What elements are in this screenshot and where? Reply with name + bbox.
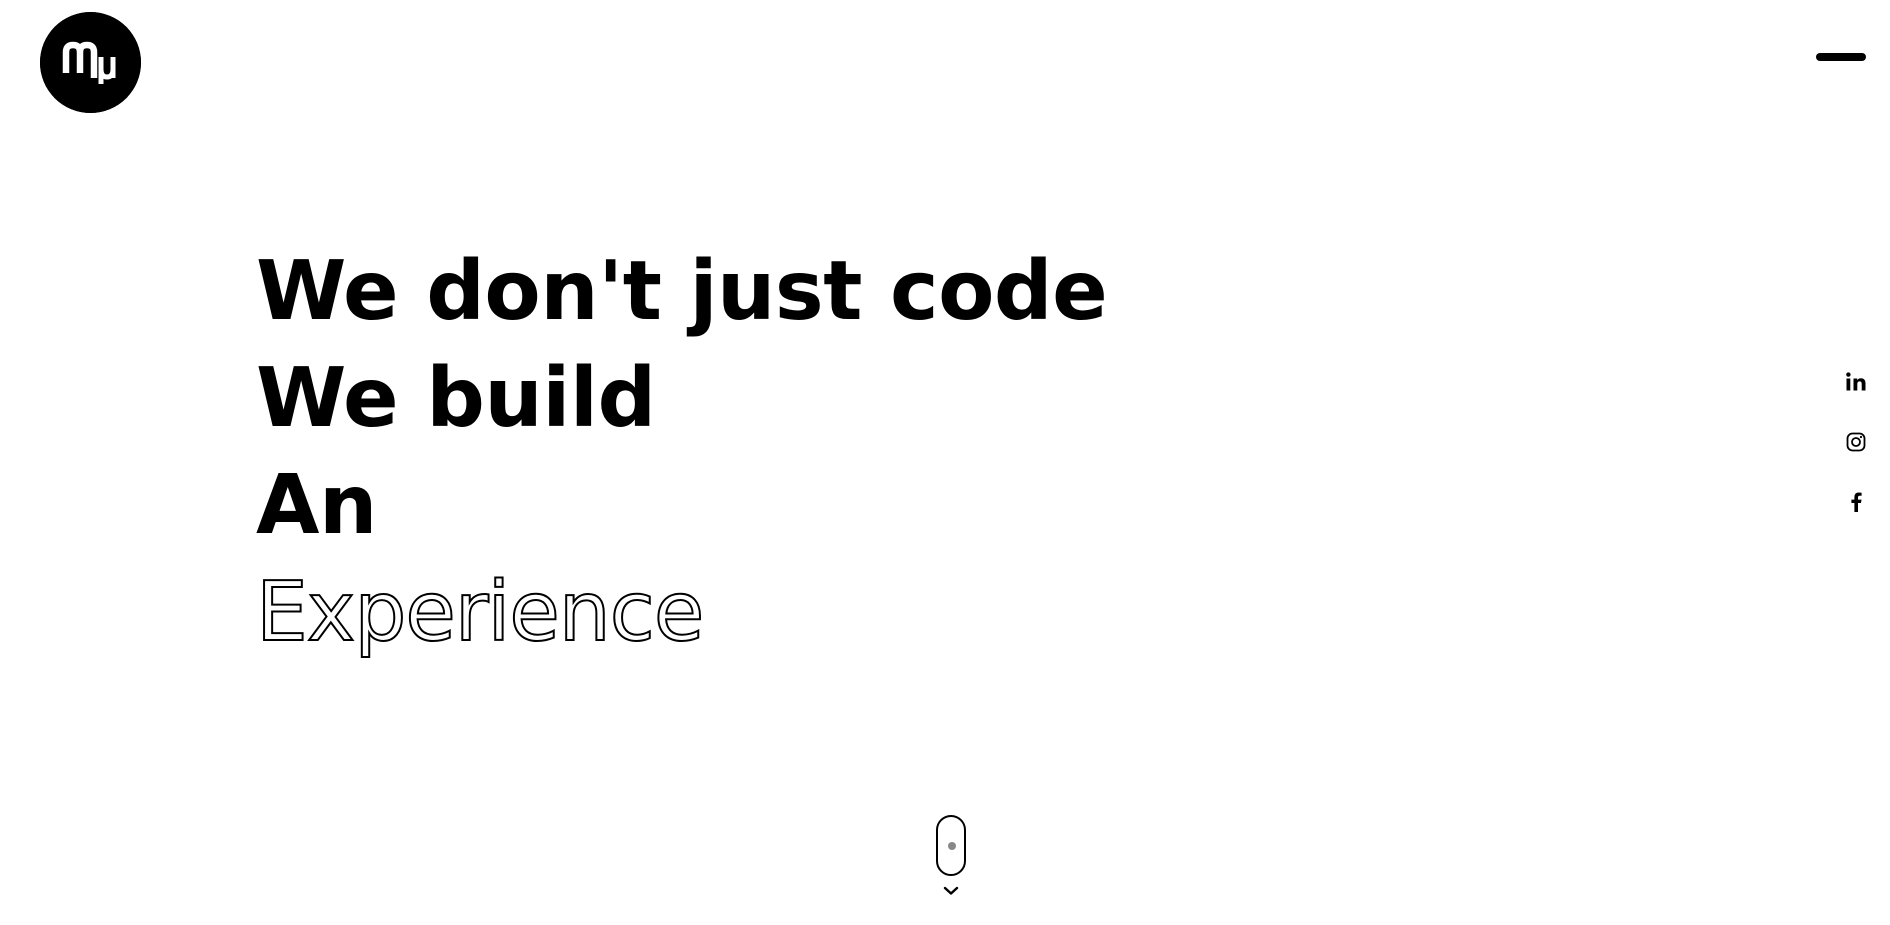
facebook-link[interactable] xyxy=(1836,482,1876,522)
menu-button[interactable] xyxy=(1808,44,1868,70)
hero-line-4-outlined: Experience xyxy=(255,564,705,661)
instagram-link[interactable] xyxy=(1836,422,1876,462)
facebook-icon xyxy=(1851,492,1862,512)
page: We don't just code We build An Experienc… xyxy=(0,0,1890,925)
mouse-wheel-dot xyxy=(948,842,956,850)
hero-line-2: We build xyxy=(256,351,656,446)
hamburger-menu-icon xyxy=(1816,53,1866,61)
linkedin-link[interactable] xyxy=(1836,362,1876,402)
hero-line-3: An xyxy=(256,458,377,553)
hero-heading: We don't just code We build An Experienc… xyxy=(255,238,1256,666)
chevron-down-icon xyxy=(943,886,959,895)
scroll-mouse-icon xyxy=(936,815,966,876)
mu-logo-icon xyxy=(40,12,141,113)
instagram-icon xyxy=(1846,432,1866,452)
hero-line-1: We don't just code xyxy=(256,244,1108,339)
logo-link[interactable] xyxy=(40,12,141,113)
social-links xyxy=(1836,362,1876,542)
scroll-down-button[interactable] xyxy=(934,815,968,905)
linkedin-icon xyxy=(1846,372,1866,391)
